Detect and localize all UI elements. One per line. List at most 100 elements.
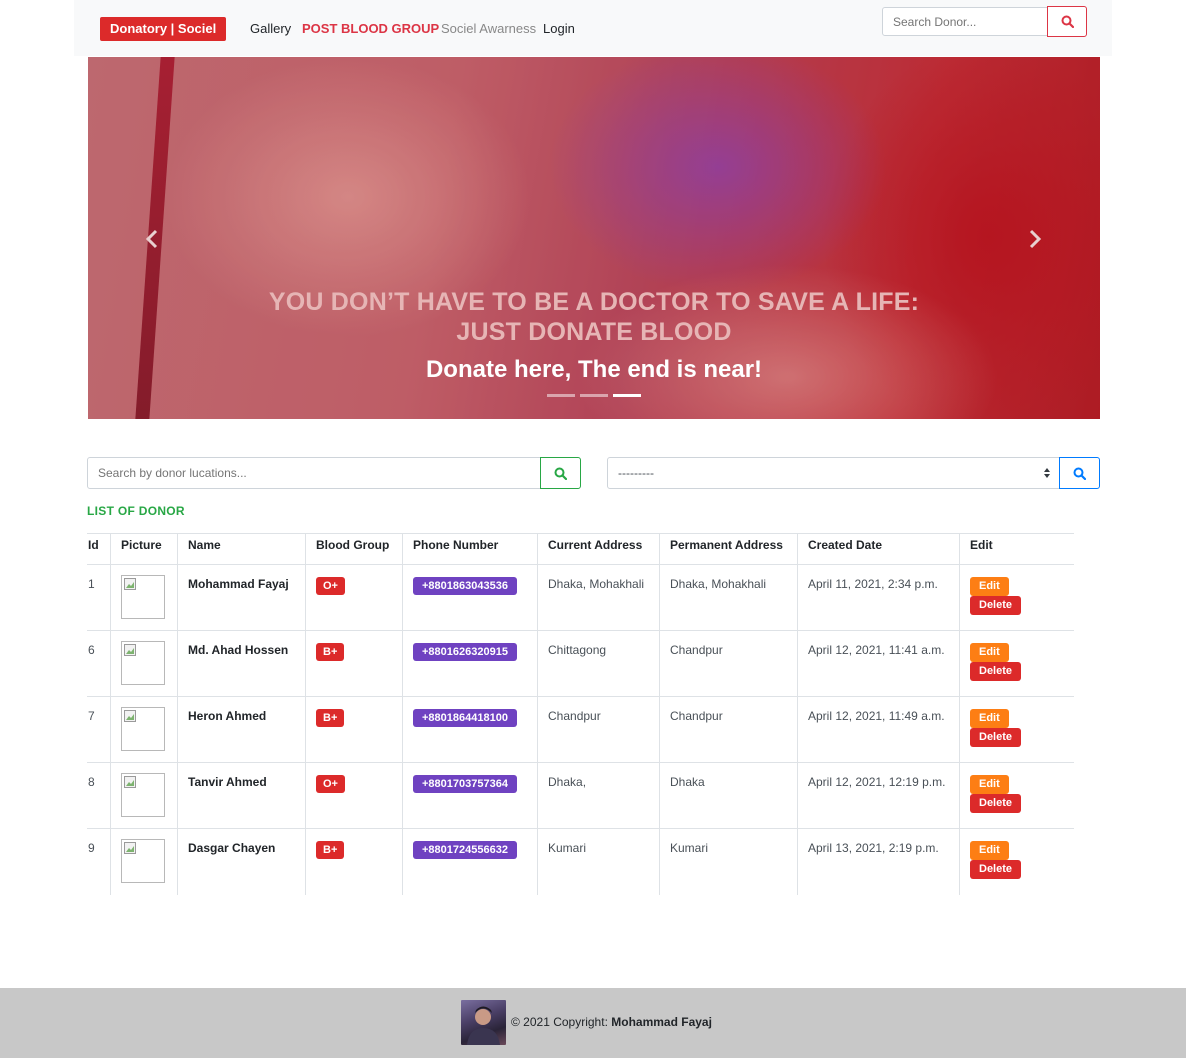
column-header-name: Name: [177, 533, 306, 565]
edit-button[interactable]: Edit: [970, 643, 1009, 662]
broken-image-icon: [124, 842, 136, 854]
broken-image-icon: [124, 644, 136, 656]
cell-picture: [110, 630, 178, 697]
donor-picture: [121, 707, 165, 751]
cell-current-address: Chittagong: [537, 630, 660, 697]
cell-picture: [110, 564, 178, 631]
donor-list-title: LIST OF DONOR: [87, 504, 185, 518]
donor-search-input[interactable]: [882, 7, 1048, 36]
cell-permanent-address: Dhaka, Mohakhali: [659, 564, 798, 631]
delete-button[interactable]: Delete: [970, 596, 1022, 615]
cell-created-date: April 12, 2021, 11:49 a.m.: [797, 696, 960, 763]
blood-group-badge: B+: [316, 709, 345, 727]
cell-picture: [110, 828, 178, 895]
copyright-text: © 2021 Copyright:: [511, 1015, 608, 1029]
carousel-indicator-3-active[interactable]: [613, 394, 641, 397]
nav-link-post-blood-group[interactable]: POST BLOOD GROUP: [302, 21, 439, 37]
cell-created-date: April 12, 2021, 12:19 p.m.: [797, 762, 960, 829]
cell-current-address: Dhaka,: [537, 762, 660, 829]
footer-copyright: © 2021 Copyright: Mohammad Fayaj: [511, 1015, 712, 1029]
edit-button[interactable]: Edit: [970, 775, 1009, 794]
author-avatar: [461, 1000, 506, 1045]
cell-blood-group: B+: [305, 696, 403, 763]
cell-id: 9: [87, 828, 111, 895]
column-header-created-date: Created Date: [797, 533, 960, 565]
nav-link-login[interactable]: Login: [543, 21, 575, 37]
carousel-indicator-1[interactable]: [547, 394, 575, 397]
blood-group-badge: B+: [316, 643, 345, 661]
cell-name: Md. Ahad Hossen: [177, 630, 306, 697]
cell-phone: +8801724556632: [402, 828, 538, 895]
table-row: 9 Dasgar Chayen B+ +8801724556632 Kumari…: [87, 828, 1075, 895]
blood-group-select-value: ---------: [618, 466, 654, 480]
cell-blood-group: O+: [305, 564, 403, 631]
cell-actions: EditDelete: [960, 829, 1075, 895]
table-header-row: Id Picture Name Blood Group Phone Number…: [87, 533, 1074, 565]
navbar: Donatory | Sociel Gallery POST BLOOD GRO…: [74, 0, 1112, 56]
cell-phone: +8801703757364: [402, 762, 538, 829]
cell-phone: +8801864418100: [402, 696, 538, 763]
location-search-button[interactable]: [540, 457, 581, 489]
delete-button[interactable]: Delete: [970, 860, 1022, 879]
cell-blood-group: O+: [305, 762, 403, 829]
phone-badge[interactable]: +8801703757364: [413, 775, 517, 793]
chevron-left-icon: [145, 229, 158, 249]
cell-actions: EditDelete: [959, 696, 1074, 763]
carousel-next-button[interactable]: [1023, 227, 1047, 251]
column-header-current-address: Current Address: [537, 533, 660, 565]
nav-link-gallery[interactable]: Gallery: [250, 21, 291, 37]
cell-picture: [110, 762, 178, 829]
cell-name: Heron Ahmed: [177, 696, 306, 763]
search-icon: [554, 467, 567, 480]
brand-logo[interactable]: Donatory | Sociel: [100, 17, 227, 41]
carousel-prev-button[interactable]: [140, 227, 164, 251]
phone-badge[interactable]: +8801626320915: [413, 643, 517, 661]
table-row: 8 Tanvir Ahmed O+ +8801703757364 Dhaka, …: [87, 762, 1074, 829]
copyright-author: Mohammad Fayaj: [611, 1015, 712, 1029]
cell-picture: [110, 696, 178, 763]
donor-search-button[interactable]: [1047, 6, 1087, 37]
cell-id: 6: [87, 630, 111, 697]
chevron-right-icon: [1029, 229, 1042, 249]
cell-id: 7: [87, 696, 111, 763]
cell-current-address: Kumari: [537, 828, 660, 895]
cell-created-date: April 11, 2021, 2:34 p.m.: [797, 564, 960, 631]
hero-title: YOU DON’T HAVE TO BE A DOCTOR TO SAVE A …: [268, 288, 920, 346]
cell-actions: EditDelete: [959, 762, 1074, 829]
edit-button[interactable]: Edit: [970, 577, 1009, 596]
delete-button[interactable]: Delete: [970, 662, 1022, 681]
blood-group-badge: B+: [316, 841, 345, 859]
donor-picture: [121, 575, 165, 619]
blood-group-select[interactable]: ---------: [607, 457, 1060, 489]
blood-group-badge: O+: [316, 775, 345, 793]
cell-permanent-address: Chandpur: [659, 630, 798, 697]
nav-link-sociel-awarness[interactable]: Sociel Awarness: [441, 21, 536, 37]
cell-name: Mohammad Fayaj: [177, 564, 306, 631]
cell-current-address: Chandpur: [537, 696, 660, 763]
cell-name: Tanvir Ahmed: [177, 762, 306, 829]
edit-button[interactable]: Edit: [970, 841, 1009, 860]
phone-badge[interactable]: +8801724556632: [413, 841, 517, 859]
cell-created-date: April 13, 2021, 2:19 p.m.: [797, 828, 960, 895]
cell-created-date: April 12, 2021, 11:41 a.m.: [797, 630, 960, 697]
cell-permanent-address: Kumari: [659, 828, 798, 895]
phone-badge[interactable]: +8801863043536: [413, 577, 517, 595]
donor-picture: [121, 641, 165, 685]
donor-picture: [121, 839, 165, 883]
search-icon: [1073, 467, 1086, 480]
phone-badge[interactable]: +8801864418100: [413, 709, 517, 727]
location-search-input[interactable]: [87, 457, 541, 489]
delete-button[interactable]: Delete: [970, 728, 1022, 747]
cell-permanent-address: Dhaka: [659, 762, 798, 829]
blood-group-search-button[interactable]: [1059, 457, 1100, 489]
column-header-edit: Edit: [959, 533, 1074, 565]
broken-image-icon: [124, 776, 136, 788]
broken-image-icon: [124, 578, 136, 590]
search-icon: [1061, 15, 1074, 28]
delete-button[interactable]: Delete: [970, 794, 1022, 813]
donor-table: Id Picture Name Blood Group Phone Number…: [87, 533, 1074, 895]
donor-picture: [121, 773, 165, 817]
column-header-phone-number: Phone Number: [402, 533, 538, 565]
edit-button[interactable]: Edit: [970, 709, 1009, 728]
carousel-indicator-2[interactable]: [580, 394, 608, 397]
